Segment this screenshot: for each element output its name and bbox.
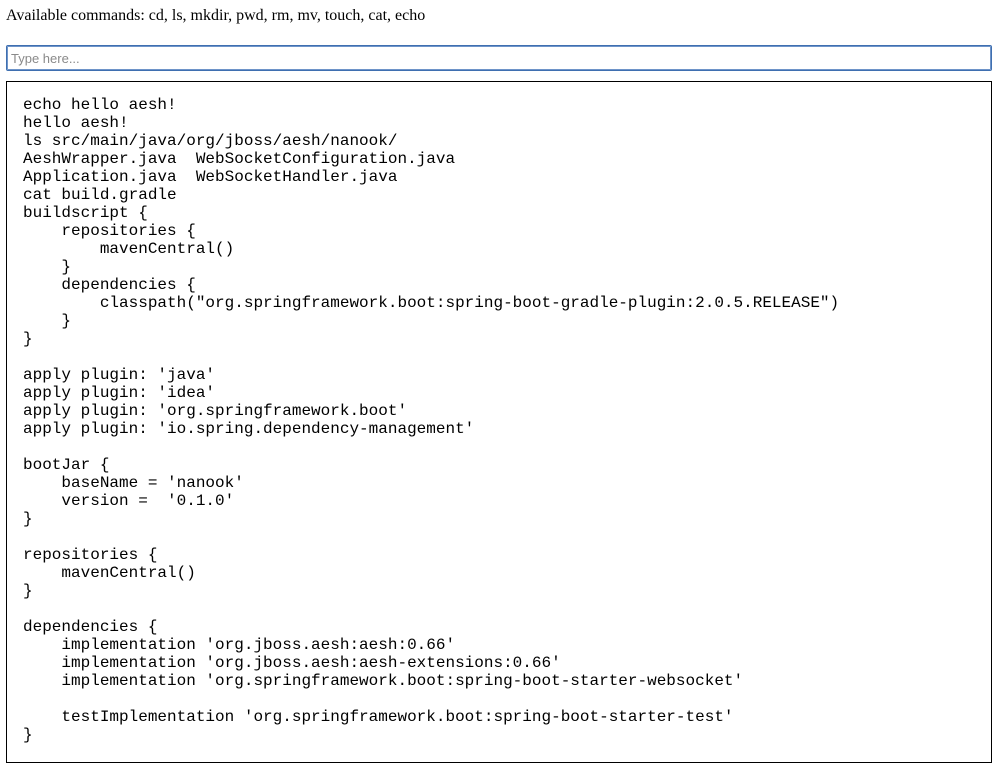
- terminal-line: apply plugin: 'idea': [23, 384, 216, 402]
- terminal-line: repositories {: [23, 222, 196, 240]
- terminal-line: }: [23, 510, 33, 528]
- terminal-line: ls src/main/java/org/jboss/aesh/nanook/: [23, 132, 398, 150]
- terminal-line: buildscript {: [23, 204, 148, 222]
- terminal-output-text: echo hello aesh! hello aesh! ls src/main/j…: [23, 96, 975, 744]
- terminal-line: testImplementation 'org.springframework.…: [23, 708, 734, 726]
- terminal-output[interactable]: echo hello aesh! hello aesh! ls src/main/j…: [6, 81, 992, 763]
- terminal-line: apply plugin: 'org.springframework.boot': [23, 402, 408, 420]
- page: Available commands: cd, ls, mkdir, pwd, …: [0, 0, 1004, 777]
- terminal-line: implementation 'org.jboss.aesh:aesh-exte…: [23, 654, 561, 672]
- terminal-line: AeshWrapper.java WebSocketConfiguration.…: [23, 150, 456, 168]
- terminal-line: }: [23, 258, 72, 276]
- terminal-line: version = '0.1.0': [23, 492, 235, 510]
- terminal-line: implementation 'org.springframework.boot…: [23, 672, 744, 690]
- terminal-line: apply plugin: 'java': [23, 366, 216, 384]
- terminal-line: }: [23, 330, 33, 348]
- terminal-line: }: [23, 312, 72, 330]
- terminal-line: classpath("org.springframework.boot:spri…: [23, 294, 840, 312]
- terminal-line: cat build.gradle: [23, 186, 177, 204]
- available-commands-text: Available commands: cd, ls, mkdir, pwd, …: [6, 7, 426, 24]
- terminal-line: echo hello aesh!: [23, 96, 177, 114]
- terminal-line: hello aesh!: [23, 114, 129, 132]
- terminal-line: dependencies {: [23, 618, 158, 636]
- terminal-line: apply plugin: 'io.spring.dependency-mana…: [23, 420, 475, 438]
- terminal-line: mavenCentral(): [23, 240, 235, 258]
- terminal-line: dependencies {: [23, 276, 196, 294]
- terminal-line: repositories {: [23, 546, 158, 564]
- terminal-line: }: [23, 726, 33, 744]
- terminal-line: implementation 'org.jboss.aesh:aesh:0.66…: [23, 636, 456, 654]
- terminal-line: Application.java WebSocketHandler.java: [23, 168, 398, 186]
- terminal-line: }: [23, 582, 33, 600]
- terminal-line: bootJar {: [23, 456, 110, 474]
- command-input[interactable]: [6, 45, 992, 71]
- terminal-line: baseName = 'nanook': [23, 474, 244, 492]
- terminal-line: mavenCentral(): [23, 564, 196, 582]
